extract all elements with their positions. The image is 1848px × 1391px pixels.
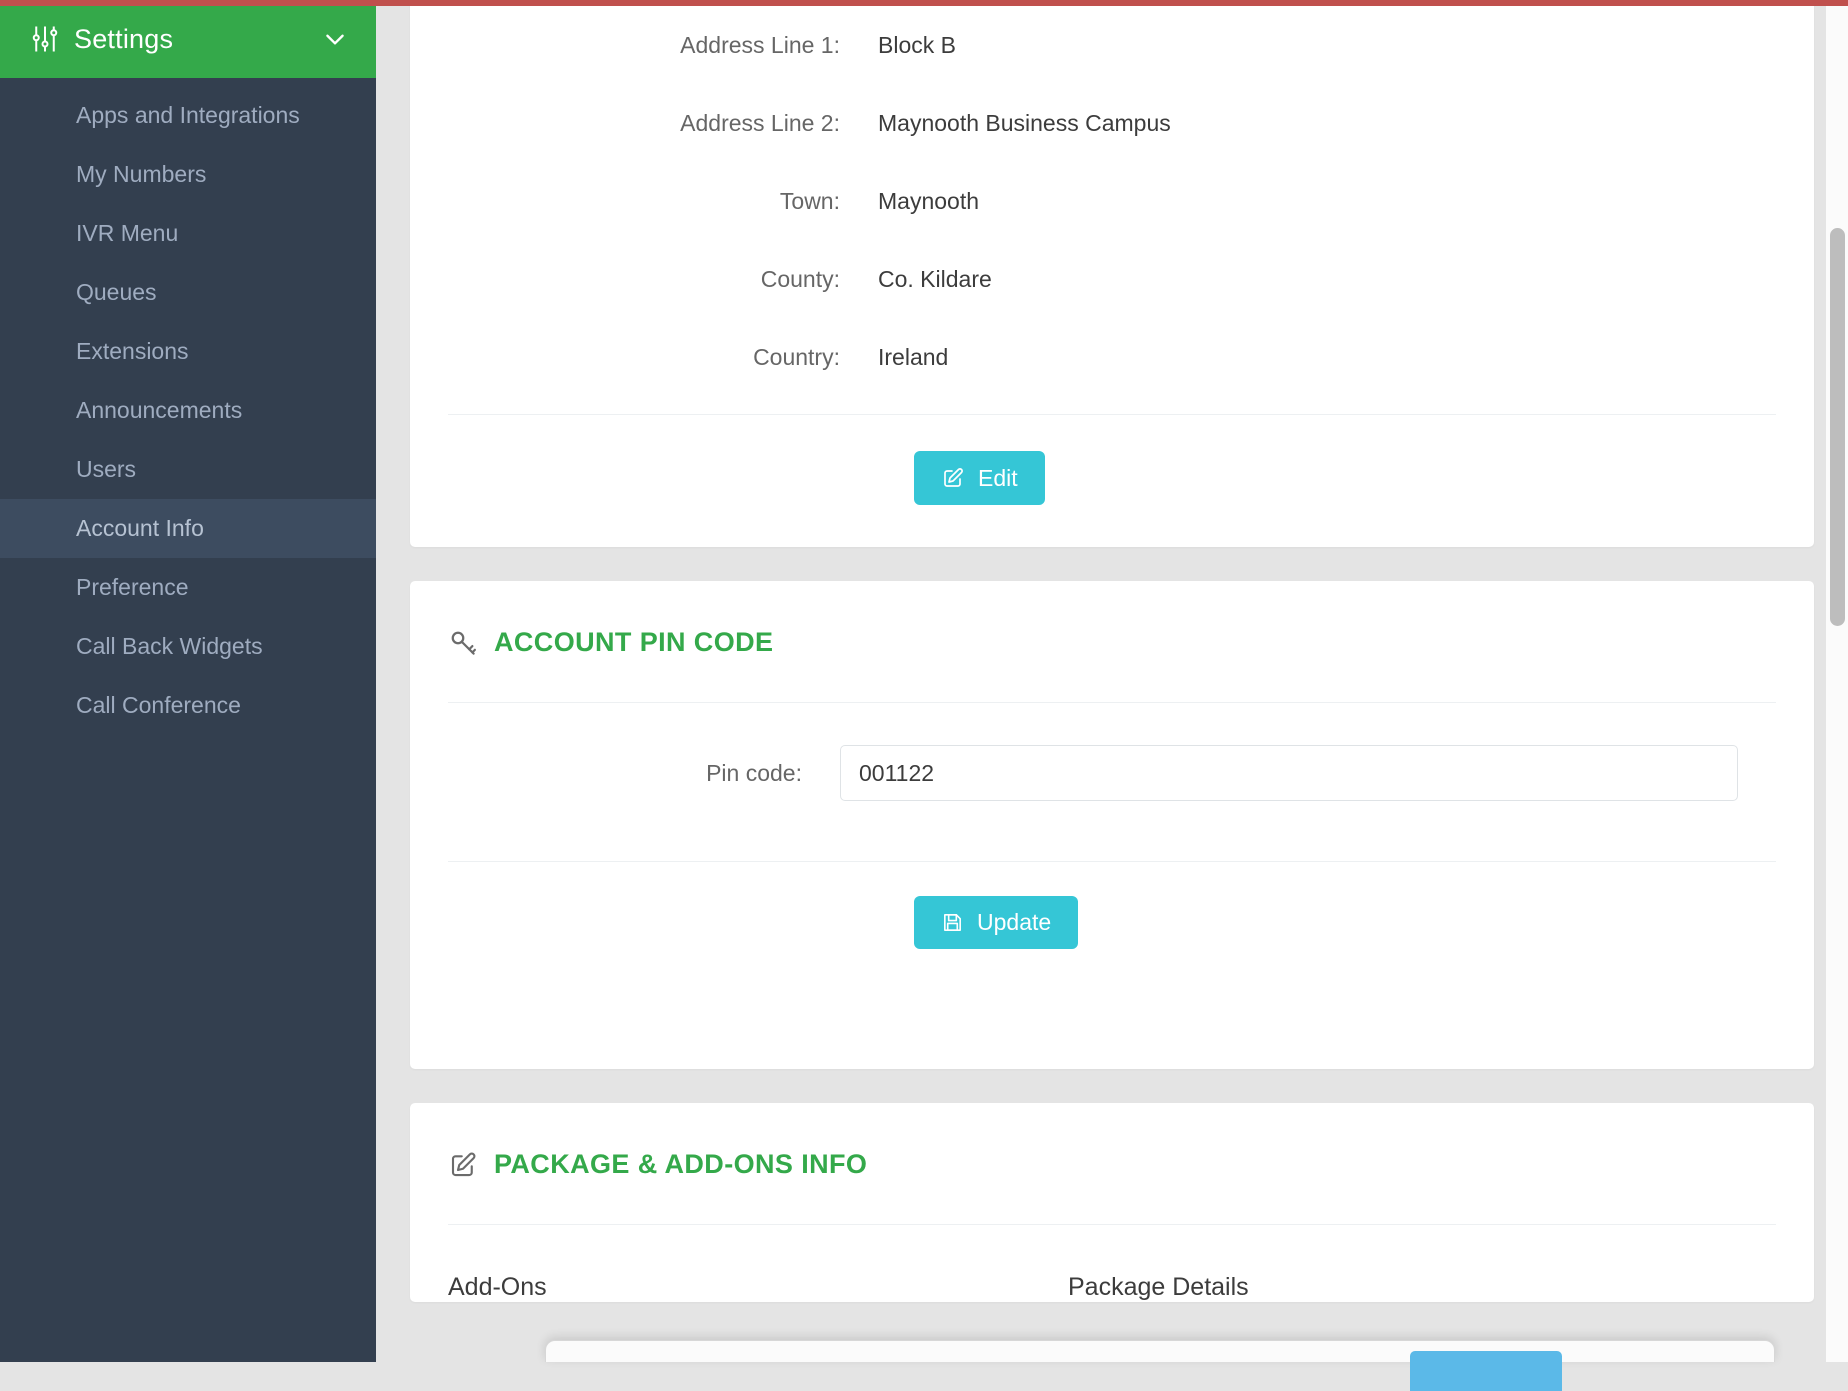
sidebar-title: Settings [74,24,322,55]
chevron-down-icon[interactable] [322,26,348,52]
sidebar-item-extensions[interactable]: Extensions [0,322,376,381]
main-content: Address Line 1: Block B Address Line 2: … [376,0,1848,1362]
pin-card-title: ACCOUNT PIN CODE [494,627,773,658]
field-value-address-line-1: Block B [878,32,956,59]
sidebar-item-label: Users [76,456,136,483]
package-card-header: PACKAGE & ADD-ONS INFO [448,1103,1776,1206]
sidebar-header-settings[interactable]: Settings [0,0,376,78]
field-row-country: Country: Ireland [448,318,1776,396]
sidebar-item-label: Call Back Widgets [76,633,263,660]
floppy-save-icon [941,911,964,934]
package-card-title: PACKAGE & ADD-ONS INFO [494,1149,867,1180]
field-value-county: Co. Kildare [878,266,992,293]
sidebar-item-call-back-widgets[interactable]: Call Back Widgets [0,617,376,676]
field-value-country: Ireland [878,344,948,371]
card-account-address: Address Line 1: Block B Address Line 2: … [410,0,1814,547]
edit-address-button[interactable]: Edit [914,451,1045,505]
pencil-square-icon [448,1150,478,1180]
addons-column: Add-Ons [448,1273,1068,1302]
sidebar-nav-list: Apps and Integrations My Numbers IVR Menu Q… [0,78,376,735]
sidebar-item-call-conference[interactable]: Call Conference [0,676,376,735]
field-label-address-line-1: Address Line 1: [448,32,878,59]
update-pin-button[interactable]: Update [914,896,1078,949]
field-label-town: Town: [448,188,878,215]
addons-column-title: Add-Ons [448,1273,1068,1302]
sliders-icon [30,24,60,54]
sidebar-item-label: Account Info [76,515,204,542]
pin-card-header: ACCOUNT PIN CODE [448,581,1776,684]
pencil-square-icon [941,466,965,490]
sidebar-item-queues[interactable]: Queues [0,263,376,322]
field-label-address-line-2: Address Line 2: [448,110,878,137]
field-label-pin-code: Pin code: [448,760,840,787]
sidebar-item-label: Queues [76,279,157,306]
card-account-pin-code: ACCOUNT PIN CODE Pin code: Update [410,581,1814,1069]
dialog-trash-icon[interactable] [1628,1353,1646,1371]
sidebar-item-my-numbers[interactable]: My Numbers [0,145,376,204]
sidebar-item-preference[interactable]: Preference [0,558,376,617]
sidebar-item-label: Extensions [76,338,189,365]
edit-address-button-label: Edit [978,467,1018,490]
top-accent-bar [0,0,1848,6]
vertical-scrollbar-thumb[interactable] [1830,228,1845,626]
package-details-column-title: Package Details [1068,1273,1776,1302]
sidebar: Settings Apps and Integrations My Numbers… [0,0,376,1362]
sidebar-item-announcements[interactable]: Announcements [0,381,376,440]
sidebar-item-ivr-menu[interactable]: IVR Menu [0,204,376,263]
address-actions-row: Edit [448,415,1776,511]
sidebar-item-apps-and-integrations[interactable]: Apps and Integrations [0,86,376,145]
package-details-column: Package Details [1068,1273,1776,1302]
pin-actions-row: Update [448,862,1776,1069]
field-label-county: County: [448,266,878,293]
vertical-scrollbar-track[interactable] [1826,6,1848,1362]
field-value-town: Maynooth [878,188,979,215]
sidebar-item-account-info[interactable]: Account Info [0,499,376,558]
field-row-town: Town: Maynooth [448,162,1776,240]
sidebar-item-label: Preference [76,574,189,601]
sidebar-item-label: Apps and Integrations [76,102,300,129]
card-package-addons-info: PACKAGE & ADD-ONS INFO Add-Ons Package D… [410,1103,1814,1302]
field-value-address-line-2: Maynooth Business Campus [878,110,1171,137]
bottom-overlay-dialog[interactable] [545,1340,1775,1362]
dialog-primary-button[interactable] [1410,1351,1562,1391]
key-icon [448,628,478,658]
sidebar-item-label: IVR Menu [76,220,178,247]
package-columns: Add-Ons Package Details [448,1225,1776,1302]
field-row-county: County: Co. Kildare [448,240,1776,318]
sidebar-item-users[interactable]: Users [0,440,376,499]
sidebar-item-label: Announcements [76,397,242,424]
field-row-pin-code: Pin code: [448,703,1776,843]
field-row-address-line-2: Address Line 2: Maynooth Business Campus [448,84,1776,162]
sidebar-item-label: Call Conference [76,692,241,719]
field-row-address-line-1: Address Line 1: Block B [448,6,1776,84]
pin-code-input[interactable] [840,745,1738,801]
field-label-country: Country: [448,344,878,371]
update-pin-button-label: Update [977,911,1051,934]
sidebar-item-label: My Numbers [76,161,206,188]
